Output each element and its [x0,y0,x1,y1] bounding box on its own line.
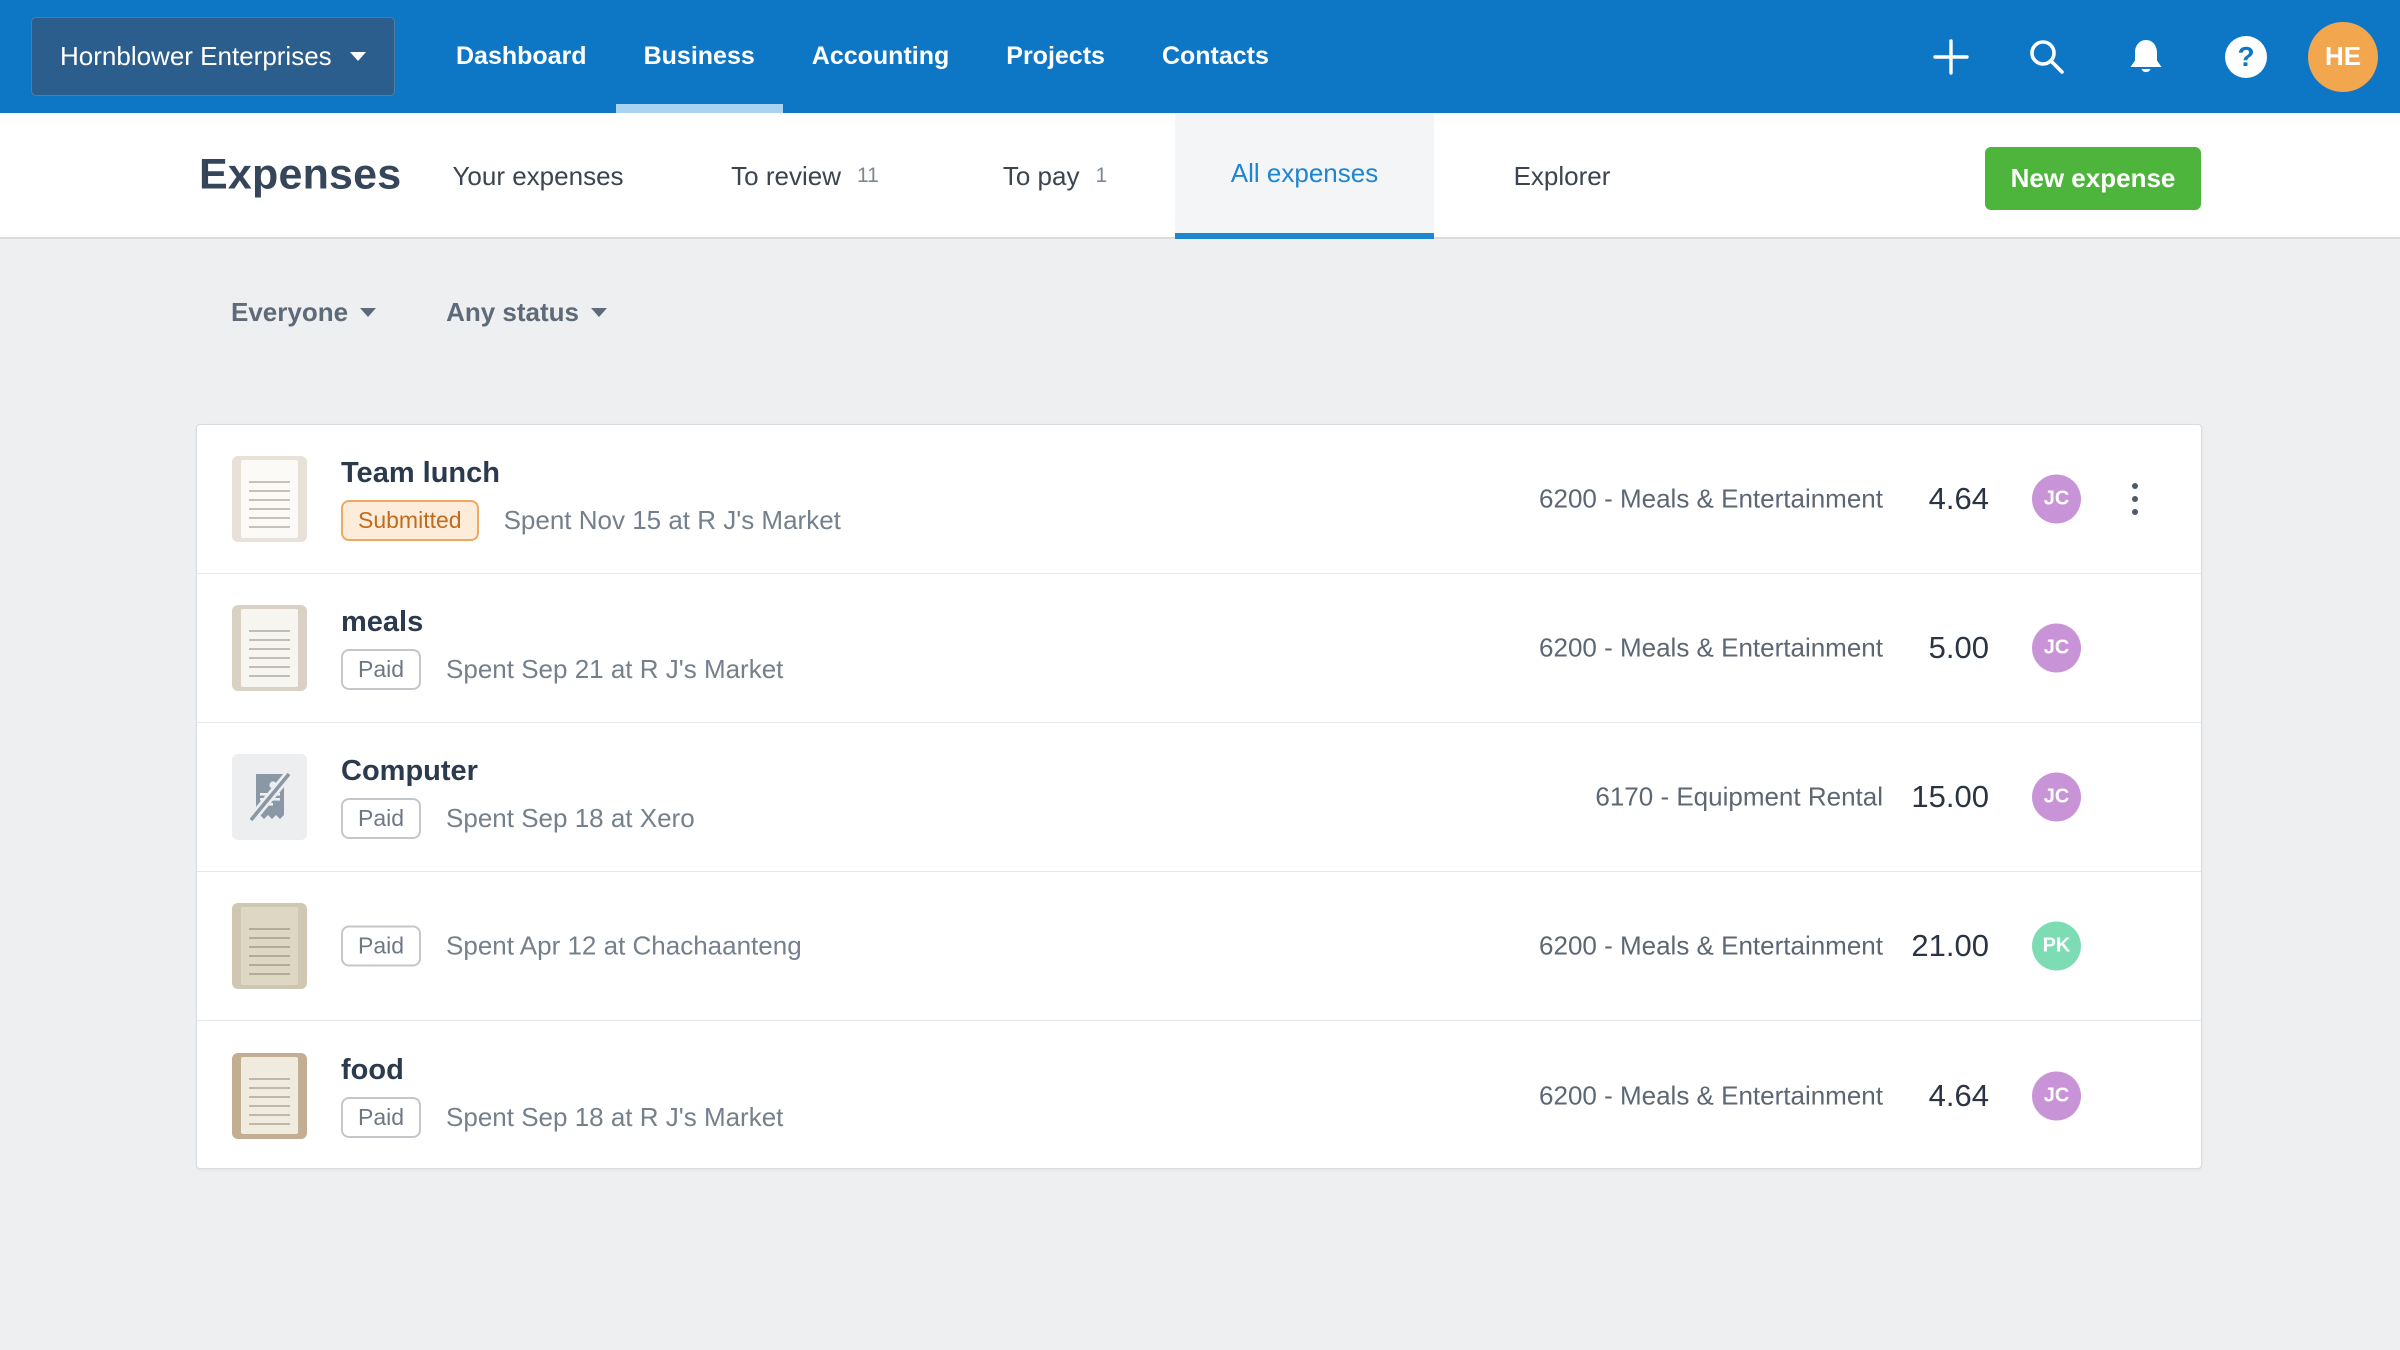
expense-list: Team lunch Submitted Spent Nov 15 at R J… [196,424,2202,1169]
receipt-thumbnail[interactable] [232,754,307,840]
chevron-down-icon [350,52,366,61]
receipt-image [241,1057,298,1134]
expense-description: Spent Sep 18 at Xero [446,803,695,834]
expense-main: Computer Paid Spent Sep 18 at Xero [341,755,695,839]
expense-row[interactable]: Paid Spent Apr 12 at Chachaanteng 6200 -… [197,872,2201,1021]
status-badge: Paid [341,1097,421,1138]
status-badge: Paid [341,798,421,839]
filter-everyone[interactable]: Everyone [231,297,376,328]
filter-any-status[interactable]: Any status [446,297,607,328]
account-category: 6200 - Meals & Entertainment [1539,931,1883,962]
expense-row[interactable]: food Paid Spent Sep 18 at R J's Market 6… [197,1021,2201,1169]
topbar-icon-group: ? HE [1932,0,2378,113]
to-review-count: 11 [857,164,879,188]
new-expense-button[interactable]: New expense [1985,147,2201,210]
receipt-thumbnail[interactable] [232,1053,307,1139]
filter-bar: Everyone Any status [231,297,607,328]
nav-item-business[interactable]: Business [644,0,755,113]
expense-amount: 5.00 [1929,630,1989,666]
receipt-thumbnail[interactable] [232,456,307,542]
tab-your-expenses[interactable]: Your expenses [448,113,628,239]
chevron-down-icon [360,308,376,317]
tab-to-review[interactable]: To review 11 [700,113,910,239]
nav-item-projects[interactable]: Projects [1006,0,1105,113]
submitter-avatar[interactable]: PK [2032,922,2081,971]
page-header: Expenses Your expenses To review 11 To p… [0,113,2400,239]
account-category: 6200 - Meals & Entertainment [1539,1080,1883,1111]
expense-description: Spent Sep 18 at R J's Market [446,1102,783,1133]
more-options-icon[interactable] [2118,469,2152,529]
tab-all-expenses[interactable]: All expenses [1175,113,1434,239]
expense-row[interactable]: meals Paid Spent Sep 21 at R J's Market … [197,574,2201,723]
expense-row[interactable]: Computer Paid Spent Sep 18 at Xero 6170 … [197,723,2201,872]
tab-to-pay[interactable]: To pay 1 [970,113,1140,239]
nav-item-dashboard[interactable]: Dashboard [456,0,587,113]
expense-main: Paid Spent Apr 12 at Chachaanteng [341,926,802,967]
expense-description: Spent Sep 21 at R J's Market [446,654,783,685]
user-avatar[interactable]: HE [2308,22,2378,92]
expense-row[interactable]: Team lunch Submitted Spent Nov 15 at R J… [197,425,2201,574]
status-badge: Paid [341,649,421,690]
no-receipt-icon [247,771,293,823]
help-icon[interactable]: ? [2225,36,2267,78]
top-navigation-bar: Hornblower Enterprises Dashboard Busines… [0,0,2400,113]
receipt-image [241,460,298,537]
submitter-avatar[interactable]: JC [2032,773,2081,822]
expense-amount: 4.64 [1929,481,1989,517]
receipt-image [241,609,298,686]
account-category: 6200 - Meals & Entertainment [1539,633,1883,664]
page-title: Expenses [199,151,401,200]
receipt-image [241,907,298,984]
expense-amount: 4.64 [1929,1078,1989,1114]
org-name: Hornblower Enterprises [60,41,332,72]
receipt-thumbnail[interactable] [232,605,307,691]
account-category: 6200 - Meals & Entertainment [1539,484,1883,515]
expense-title: food [341,1054,783,1087]
org-switcher-button[interactable]: Hornblower Enterprises [31,17,395,96]
submitter-avatar[interactable]: JC [2032,475,2081,524]
expense-description: Spent Nov 15 at R J's Market [504,505,841,536]
plus-icon[interactable] [1932,38,1970,76]
expense-main: meals Paid Spent Sep 21 at R J's Market [341,606,783,690]
expense-main: Team lunch Submitted Spent Nov 15 at R J… [341,457,841,541]
submitter-avatar[interactable]: JC [2032,1071,2081,1120]
nav-item-accounting[interactable]: Accounting [812,0,950,113]
expense-amount: 21.00 [1911,928,1989,964]
to-pay-count: 1 [1095,164,1107,188]
expense-description: Spent Apr 12 at Chachaanteng [446,931,802,962]
nav-item-contacts[interactable]: Contacts [1162,0,1269,113]
search-icon[interactable] [2027,37,2067,77]
tab-explorer[interactable]: Explorer [1497,113,1627,239]
submitter-avatar[interactable]: JC [2032,624,2081,673]
expense-title: Computer [341,755,695,788]
receipt-thumbnail[interactable] [232,903,307,989]
account-category: 6170 - Equipment Rental [1595,782,1883,813]
primary-nav: Dashboard Business Accounting Projects C… [456,0,1269,113]
expense-main: food Paid Spent Sep 18 at R J's Market [341,1054,783,1138]
status-badge: Submitted [341,500,479,541]
expense-title: meals [341,606,783,639]
notifications-icon[interactable] [2124,35,2168,79]
chevron-down-icon [591,308,607,317]
expense-amount: 15.00 [1911,779,1989,815]
expense-title: Team lunch [341,457,841,490]
status-badge: Paid [341,926,421,967]
